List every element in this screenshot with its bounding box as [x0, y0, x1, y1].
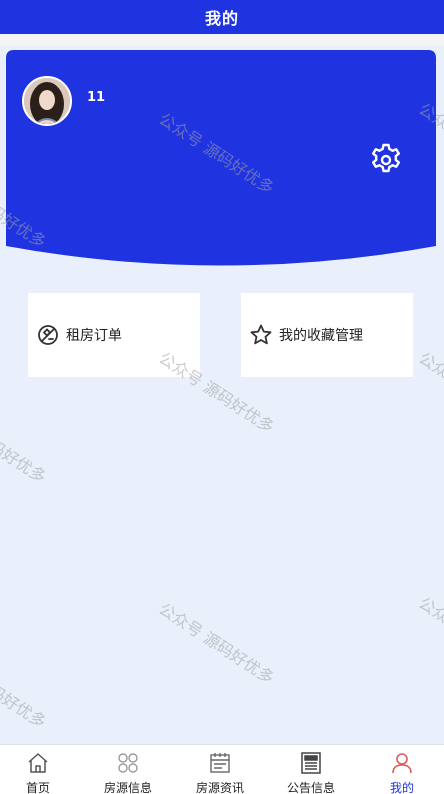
header-gap	[0, 34, 444, 46]
calendar-icon	[210, 753, 230, 773]
tab-mine[interactable]: 我的	[362, 745, 442, 794]
tab-bar: 首页 房源信息 房源资讯 公告信息 我的	[0, 744, 444, 794]
avatar[interactable]	[22, 76, 72, 126]
nav-bar: 我的	[0, 0, 444, 34]
home-icon	[28, 753, 48, 773]
gear-icon	[372, 143, 400, 173]
watermark-text: 公众号 源码好优多	[155, 599, 278, 688]
rental-orders-label: 租房订单	[66, 328, 122, 344]
mine-page: 我的 11 租房订单 我的收藏管理 公众号 源码好优多 公众号 源码好优多 公众…	[0, 0, 444, 794]
watermark-text: 公众号 源码好优多	[415, 593, 444, 681]
tab-home[interactable]: 首页	[0, 745, 78, 794]
watermark-text: 公众号 源码好优多	[0, 643, 50, 732]
tab-news[interactable]: 房源资讯	[180, 745, 260, 794]
favorites-label: 我的收藏管理	[279, 328, 363, 344]
tab-label: 公告信息	[286, 781, 335, 794]
avatar-image	[24, 78, 70, 124]
settings-button[interactable]	[368, 142, 404, 178]
user-icon	[392, 753, 412, 774]
newspaper-icon	[301, 752, 321, 774]
favorites-button[interactable]: 我的收藏管理	[241, 293, 413, 377]
rental-orders-button[interactable]: 租房订单	[28, 293, 200, 377]
tab-label: 房源资讯	[195, 781, 244, 794]
tab-listings[interactable]: 房源信息	[88, 745, 168, 794]
watermark-text: 公众号 源码好优多	[415, 348, 444, 436]
star-icon	[250, 324, 272, 345]
watermark-text: 公众号 源码好优多	[0, 398, 50, 487]
username: 11	[87, 90, 106, 105]
page-title: 我的	[204, 9, 239, 28]
tab-label: 我的	[389, 781, 414, 794]
grid-icon	[118, 753, 138, 773]
tab-label: 首页	[25, 781, 50, 794]
profile-card: 11	[6, 50, 436, 268]
tab-notices[interactable]: 公告信息	[271, 745, 351, 794]
ban-tag-icon	[38, 325, 58, 345]
tab-label: 房源信息	[103, 781, 152, 794]
